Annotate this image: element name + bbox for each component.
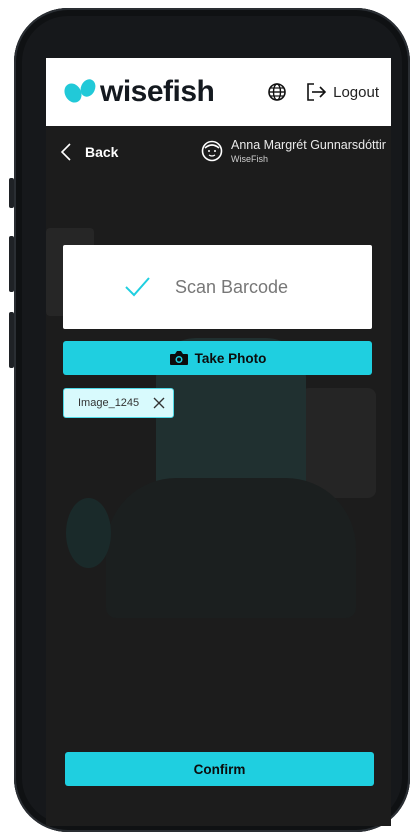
user-name: Anna Margrét Gunnarsdóttir bbox=[231, 138, 386, 152]
user-profile[interactable]: Anna Margrét Gunnarsdóttir WiseFish bbox=[201, 138, 386, 164]
confirm-button[interactable]: Confirm bbox=[65, 752, 374, 786]
globe-icon[interactable] bbox=[267, 82, 287, 102]
background-lap bbox=[106, 478, 356, 618]
app-header: wisefish Logout bbox=[46, 58, 391, 126]
scan-barcode-label: Scan Barcode bbox=[175, 276, 289, 297]
logout-button[interactable]: Logout bbox=[305, 82, 379, 102]
logo-text: wisefish bbox=[100, 75, 215, 108]
logout-label: Logout bbox=[333, 83, 379, 101]
phone-side-button bbox=[9, 178, 14, 208]
back-label: Back bbox=[85, 144, 119, 160]
logout-icon bbox=[307, 83, 327, 101]
app-screen: wisefish Logout Back Anna Margrét Gunnar… bbox=[46, 58, 391, 826]
phone-volume-up bbox=[9, 236, 14, 292]
attachment-chip[interactable]: Image_1245 bbox=[63, 388, 174, 418]
chevron-left-icon bbox=[61, 143, 71, 161]
phone-volume-down bbox=[9, 312, 14, 368]
back-button[interactable]: Back bbox=[61, 143, 118, 161]
wisefish-logo[interactable]: wisefish bbox=[64, 75, 215, 109]
confirm-label: Confirm bbox=[193, 761, 246, 777]
close-icon[interactable] bbox=[153, 397, 165, 409]
scan-barcode-card[interactable]: Scan Barcode bbox=[63, 245, 372, 329]
camera-icon bbox=[169, 351, 188, 365]
check-icon bbox=[125, 277, 150, 297]
attachment-name: Image_1245 bbox=[78, 397, 140, 409]
background-plant bbox=[66, 498, 111, 568]
background-shelf bbox=[301, 388, 376, 498]
user-organization: WiseFish bbox=[231, 154, 269, 164]
user-avatar-icon bbox=[201, 140, 223, 162]
navigation-bar: Back Anna Margrét Gunnarsdóttir WiseFish bbox=[46, 126, 391, 182]
wisefish-logo-icon bbox=[64, 79, 96, 103]
take-photo-label: Take Photo bbox=[194, 350, 267, 366]
take-photo-button[interactable]: Take Photo bbox=[63, 341, 372, 375]
